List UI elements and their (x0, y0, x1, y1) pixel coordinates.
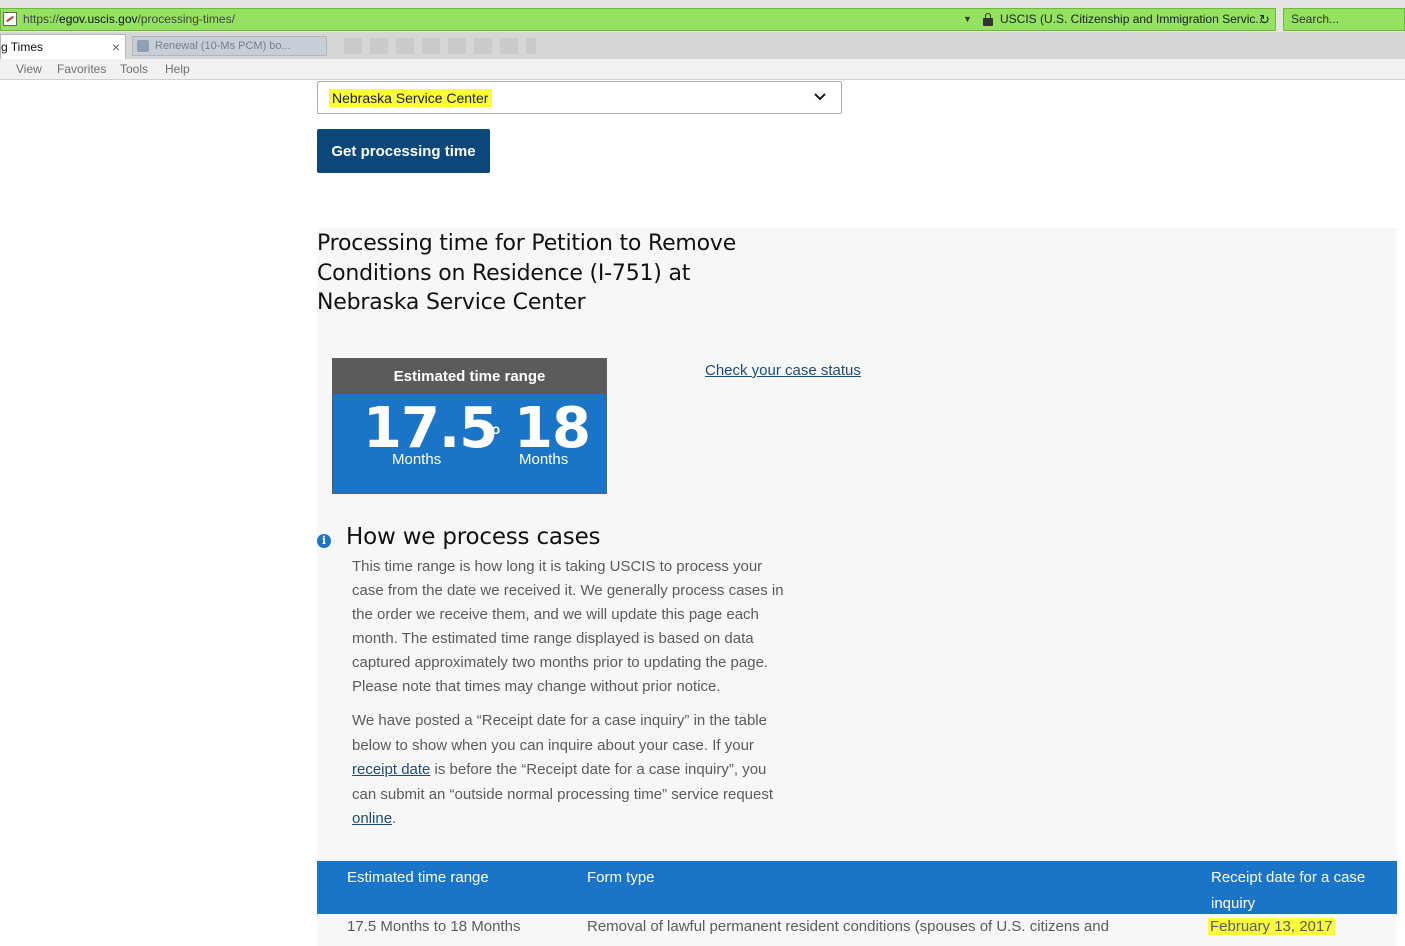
cell-form-type: Removal of lawful permanent resident con… (587, 918, 1109, 935)
blurred-tabs-area (344, 38, 536, 54)
para1-line: the order we receive them, and we will u… (352, 606, 759, 623)
address-bar[interactable]: https://egov.uscis.gov/processing-times/… (0, 8, 1276, 31)
receipt-date-link[interactable]: receipt date (352, 761, 430, 778)
refresh-icon[interactable]: ↻ (1259, 9, 1270, 30)
url-text[interactable]: https://egov.uscis.gov/processing-times/ (23, 9, 235, 30)
field-office-selected-value: Nebraska Service Center (329, 89, 493, 107)
para2-end: . (392, 810, 397, 827)
para2-line: We have posted a “Receipt date for a cas… (352, 712, 767, 729)
receipt-header-line-2: inquiry (1211, 895, 1256, 912)
title-line-2: Conditions on Residence (I-751) at (317, 260, 691, 286)
url-scheme: https:// (23, 12, 60, 26)
get-processing-time-button[interactable]: Get processing time (317, 129, 490, 173)
para2-line: can submit an “outside normal processing… (352, 785, 774, 803)
cell-range: 17.5 Months to 18 Months (347, 918, 521, 935)
title-line-1: Processing time for Petition to Remove (317, 231, 737, 256)
column-header-range: Estimated time range (347, 869, 489, 886)
processing-table-header: Estimated time range Form type Receipt d… (317, 861, 1397, 914)
dropdown-arrow-icon[interactable]: ▼ (963, 9, 972, 30)
page-title: Processing time for Petition to Remove C… (317, 229, 787, 318)
page-icon (3, 12, 17, 26)
site-identity[interactable]: USCIS (U.S. Citizenship and Immigration … (1000, 9, 1265, 30)
title-line-3: Nebraska Service Center (317, 290, 586, 315)
browser-search-input[interactable]: Search... (1283, 8, 1405, 31)
browser-menu-bar: View Favorites Tools Help (0, 59, 1405, 80)
range-min-unit: Months (392, 451, 442, 468)
tab-title: g Times (1, 40, 44, 54)
cell-receipt-date: February 13, 2017 (1208, 916, 1335, 938)
estimated-range-card: Estimated time range 17.5 Months to 18 M… (332, 358, 607, 494)
column-header-form-type: Form type (587, 869, 655, 886)
para1-line: case from the date we received it. We ge… (352, 582, 784, 599)
info-icon: i (317, 534, 331, 548)
url-host: egov.uscis.gov (59, 12, 138, 26)
range-max-unit: Months (519, 451, 569, 468)
browser-tab-active[interactable]: g Times × (0, 34, 126, 59)
menu-favorites[interactable]: Favorites (57, 59, 106, 79)
para1-line: Please note that times may change withou… (352, 678, 721, 695)
browser-tab-strip: g Times × Renewal (10-Ms PCM) bo... (0, 32, 1405, 59)
chevron-down-icon (814, 93, 826, 101)
range-card-header: Estimated time range (333, 359, 606, 394)
lock-icon[interactable] (983, 13, 993, 26)
para2-line: below to show when you can inquire about… (352, 736, 754, 754)
field-office-select[interactable]: Nebraska Service Center (317, 81, 842, 114)
receipt-date-highlight: February 13, 2017 (1208, 918, 1335, 935)
table-row: 17.5 Months to 18 Months Removal of lawf… (317, 914, 1397, 946)
range-connector: to (487, 421, 501, 437)
url-path: /processing-times/ (137, 12, 235, 26)
para1-line: This time range is how long it is taking… (352, 558, 763, 575)
menu-help[interactable]: Help (165, 59, 190, 79)
menu-tools[interactable]: Tools (120, 59, 148, 79)
column-header-receipt-date: Receipt date for a case inquiry (1211, 865, 1365, 917)
section-heading: How we process cases (346, 524, 601, 550)
menu-view[interactable]: View (16, 59, 42, 79)
inquiry-description: We have posted a “Receipt date for a cas… (352, 709, 822, 832)
para2-line: is before the “Receipt date for a case i… (430, 761, 767, 778)
close-icon[interactable]: × (112, 35, 120, 59)
browser-tab-inactive[interactable]: Renewal (10-Ms PCM) bo... (132, 36, 327, 56)
online-link[interactable]: online (352, 810, 392, 827)
receipt-header-line-1: Receipt date for a case (1211, 869, 1366, 886)
para1-line: captured approximately two months prior … (352, 654, 769, 671)
process-description: This time range is how long it is taking… (352, 555, 822, 699)
check-case-status-link[interactable]: Check your case status (705, 362, 861, 379)
para1-line: month. The estimated time range displaye… (352, 630, 754, 647)
